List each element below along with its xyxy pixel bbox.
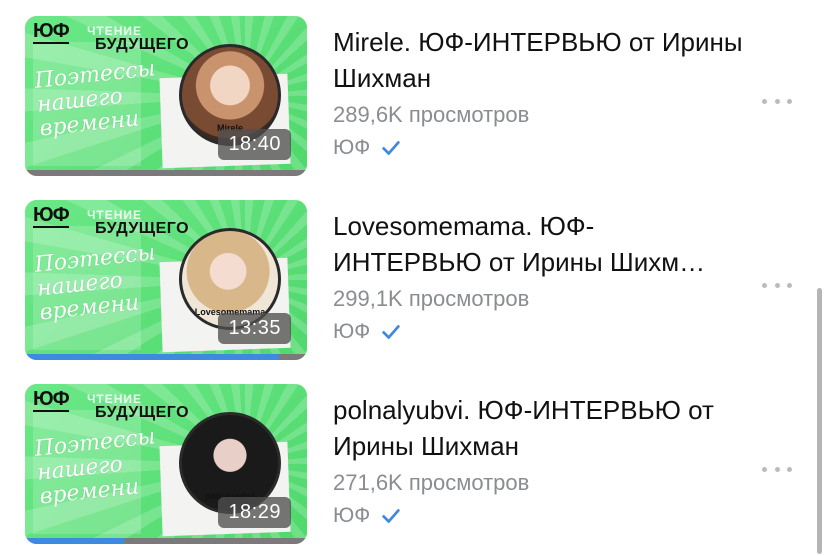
dot <box>774 98 780 104</box>
channel-row[interactable]: ЮФ <box>333 320 743 344</box>
video-meta: polnalyubvi. ЮФ-ИНТЕРВЬЮ от Ирины Шихман… <box>333 392 743 528</box>
watch-progress-fill <box>25 538 124 544</box>
video-title[interactable]: polnalyubvi. ЮФ-ИНТЕРВЬЮ от Ирины Шихман <box>333 392 743 464</box>
thumbnail-poet-text: Поэтессы нашего времени <box>33 56 157 142</box>
channel-row[interactable]: ЮФ <box>333 504 743 528</box>
dot <box>762 98 767 104</box>
video-meta: Mirele. ЮФ-ИНТЕРВЬЮ от Ирины Шихман 289,… <box>333 24 743 160</box>
video-duration: 18:29 <box>218 497 291 528</box>
watch-progress-track <box>25 538 307 544</box>
video-duration: 18:40 <box>218 129 291 160</box>
watch-progress-track <box>25 354 307 360</box>
video-thumbnail[interactable]: ЮФ ЧТЕНИЕ БУДУЩЕГО Поэтессы нашего време… <box>25 384 307 544</box>
logo-underline <box>33 42 69 44</box>
video-list: ЮФ ЧТЕНИЕ БУДУЩЕГО Поэтессы нашего време… <box>0 0 828 556</box>
thumbnail-poet-text: Поэтессы нашего времени <box>33 240 157 326</box>
more-dots-icon[interactable] <box>762 280 792 290</box>
channel-logo: ЮФ <box>33 20 70 42</box>
video-meta: Lovesomemama. ЮФ-ИНТЕРВЬЮ от Ирины Шихм…… <box>333 208 743 344</box>
logo-underline <box>33 410 69 412</box>
dot <box>774 282 780 288</box>
video-thumbnail[interactable]: ЮФ ЧТЕНИЕ БУДУЩЕГО Поэтессы нашего време… <box>25 200 307 360</box>
video-item[interactable]: ЮФ ЧТЕНИЕ БУДУЩЕГО Поэтессы нашего време… <box>0 16 828 184</box>
video-duration: 13:35 <box>218 313 291 344</box>
video-title[interactable]: Mirele. ЮФ-ИНТЕРВЬЮ от Ирины Шихман <box>333 24 743 96</box>
thumbnail-series-text: БУДУЩЕГО <box>95 220 190 237</box>
watch-progress-fill <box>25 354 279 360</box>
dot <box>787 466 792 472</box>
more-dots-icon[interactable] <box>762 464 792 474</box>
dot <box>787 98 792 104</box>
thumbnail-poet-text: Поэтессы нашего времени <box>33 424 157 510</box>
thumbnail-series-text: БУДУЩЕГО <box>95 404 190 421</box>
video-views: 299,1K просмотров <box>333 286 530 311</box>
channel-logo: ЮФ <box>33 388 70 410</box>
dot <box>774 466 780 472</box>
dot <box>762 466 767 472</box>
verified-check-icon <box>382 509 400 523</box>
logo-underline <box>33 226 69 228</box>
channel-name[interactable]: ЮФ <box>333 136 370 160</box>
channel-name[interactable]: ЮФ <box>333 320 370 344</box>
more-dots-icon[interactable] <box>762 96 792 106</box>
channel-logo: ЮФ <box>33 204 70 226</box>
video-item[interactable]: ЮФ ЧТЕНИЕ БУДУЩЕГО Поэтессы нашего време… <box>0 200 828 368</box>
channel-row[interactable]: ЮФ <box>333 136 743 160</box>
verified-check-icon <box>382 325 400 339</box>
video-views: 271,6K просмотров <box>333 470 530 495</box>
scrollbar[interactable] <box>817 288 822 554</box>
thumbnail-series-text: БУДУЩЕГО <box>95 36 190 53</box>
dot <box>787 282 792 288</box>
verified-check-icon <box>382 141 400 155</box>
video-item[interactable]: ЮФ ЧТЕНИЕ БУДУЩЕГО Поэтессы нашего време… <box>0 384 828 552</box>
video-title[interactable]: Lovesomemama. ЮФ-ИНТЕРВЬЮ от Ирины Шихм… <box>333 208 743 280</box>
watch-progress-track <box>25 170 307 176</box>
video-views: 289,6K просмотров <box>333 102 530 127</box>
video-thumbnail[interactable]: ЮФ ЧТЕНИЕ БУДУЩЕГО Поэтессы нашего време… <box>25 16 307 176</box>
dot <box>762 282 767 288</box>
channel-name[interactable]: ЮФ <box>333 504 370 528</box>
